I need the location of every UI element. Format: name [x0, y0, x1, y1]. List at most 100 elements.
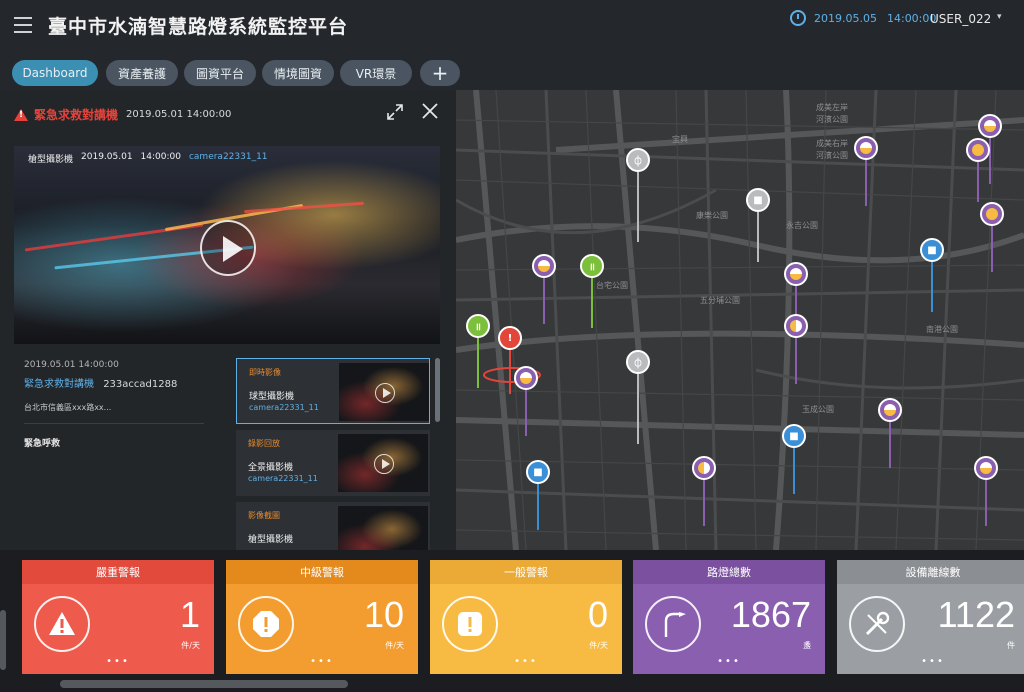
close-icon[interactable] — [421, 102, 439, 120]
scrollbar[interactable] — [0, 610, 6, 670]
play-button[interactable] — [200, 220, 256, 276]
clock-time: 14:00:00 — [886, 11, 937, 25]
add-tab-button[interactable]: + — [420, 60, 460, 86]
app-header: 臺中市水湳智慧路燈系統監控平台 2019.05.05 14:00:00 USER… — [0, 0, 1024, 50]
stat-card-offline[interactable]: 設備離線數 1122 件 ••• — [837, 560, 1024, 674]
user-name[interactable]: USER_022 — [930, 12, 991, 26]
streetlight-half-icon — [978, 114, 1002, 138]
tab-dashboard[interactable]: Dashboard — [12, 60, 98, 86]
map-label: 南港公園 — [926, 325, 958, 334]
streetlight-on-icon — [980, 202, 1004, 226]
streetlight-half-icon — [532, 254, 556, 278]
play-icon[interactable] — [375, 383, 395, 403]
video-caption: 槍型攝影機 2019.05.01 14:00:00 camera22331_11 — [28, 152, 268, 165]
stat-card-medium[interactable]: 中級警報 10 件/天 ••• — [226, 560, 418, 674]
video-camera-icon: ■ — [526, 460, 550, 484]
pause-icon: ॥ — [580, 254, 604, 278]
more-icon[interactable]: ••• — [226, 656, 418, 667]
scrollbar-thumb[interactable] — [60, 680, 348, 688]
tab-scenario-map[interactable]: 情境圖資 — [262, 60, 334, 86]
card-unit: 件 — [1007, 641, 1015, 650]
camera-id: camera22331_11 — [188, 152, 268, 162]
video-camera-icon: ■ — [746, 188, 770, 212]
tab-asset-maintenance[interactable]: 資產養護 — [106, 60, 178, 86]
stat-card-general[interactable]: 一般警報 0 件/天 ••• — [430, 560, 622, 674]
streetlight-half-icon — [974, 456, 998, 480]
clock-icon — [790, 10, 806, 26]
tab-map-platform[interactable]: 圖資平台 — [184, 60, 256, 86]
alert-detail: 2019.05.01 14:00:00 緊急求救對講機 233accad1288… — [24, 360, 224, 449]
app-title: 臺中市水湳智慧路燈系統監控平台 — [48, 15, 349, 38]
clock: 2019.05.05 14:00:00 — [790, 10, 936, 26]
media-label: 即時影像 — [249, 368, 281, 377]
media-camera: camera22331_11 — [249, 403, 319, 412]
card-value: 0 — [587, 594, 608, 635]
media-item-playback[interactable]: 錄影回放 全景攝影機 camera22331_11 — [236, 430, 430, 496]
chevron-down-icon[interactable]: ▾ — [997, 12, 1002, 22]
detail-date: 2019.05.01 14:00:00 — [24, 360, 119, 370]
device-address: 台北市信義區xxx路xx... — [24, 403, 112, 412]
media-list: 即時影像 球型攝影機 camera22331_11 錄影回放 全景攝影機 cam… — [236, 358, 432, 550]
video-player[interactable]: 槍型攝影機 2019.05.01 14:00:00 camera22331_11 — [14, 146, 440, 344]
stat-card-streetlights[interactable]: 路燈總數 1867 盞 ••• — [633, 560, 825, 674]
map-label: 台宅公園 — [596, 281, 628, 290]
horizontal-scrollbar[interactable] — [0, 676, 1024, 692]
media-label: 錄影回放 — [248, 439, 280, 448]
streetlight-half-icon — [854, 136, 878, 160]
tab-vr[interactable]: VR環景 — [340, 60, 412, 86]
map-label: 河濱公園 — [816, 115, 848, 124]
streetlight-on-icon — [966, 138, 990, 162]
device-link[interactable]: 緊急求救對講機 — [24, 379, 94, 390]
map-label: 成美右岸 — [816, 139, 848, 148]
warning-square-icon — [442, 596, 498, 652]
camera-type: 槍型攝影機 — [28, 155, 74, 165]
map-label: 康樂公園 — [696, 211, 728, 220]
more-icon[interactable]: ••• — [633, 656, 825, 667]
media-item-snapshot[interactable]: 影像截圖 槍型攝影機 — [236, 502, 430, 550]
streetlight-half-icon — [878, 398, 902, 422]
play-icon[interactable] — [374, 454, 394, 474]
video-date: 2019.05.01 — [81, 152, 133, 162]
stats-bar: 嚴重警報 1 件/天 ••• 中級警報 10 件/天 ••• 一般警報 0 件/… — [0, 550, 1024, 692]
card-title: 設備離線數 — [837, 560, 1024, 584]
map-label: 永吉公園 — [786, 221, 818, 230]
divider — [24, 423, 204, 424]
expand-icon[interactable] — [387, 104, 403, 120]
app-root: 臺中市水湳智慧路燈系統監控平台 2019.05.05 14:00:00 USER… — [0, 0, 1024, 692]
more-icon[interactable]: ••• — [22, 656, 214, 667]
map-label: 玉成公園 — [802, 405, 834, 414]
streetlight-icon — [645, 596, 701, 652]
more-icon[interactable]: ••• — [430, 656, 622, 667]
card-unit: 件/天 — [385, 641, 404, 650]
more-icon[interactable]: ••• — [837, 656, 1024, 667]
clock-date: 2019.05.05 — [814, 11, 877, 25]
warning-icon — [14, 108, 28, 121]
card-unit: 盞 — [803, 641, 811, 650]
map-view[interactable]: 成美左岸 河濱公園 成美右岸 河濱公園 台宅公園 五分埔公園 玉成公園 南港公園… — [456, 90, 1024, 550]
panel-timestamp: 2019.05.01 14:00:00 — [126, 109, 232, 120]
streetlight-half-icon — [784, 262, 808, 286]
video-camera-icon: ■ — [920, 238, 944, 262]
card-unit: 件/天 — [589, 641, 608, 650]
card-value: 1 — [179, 594, 200, 635]
wrench-icon — [849, 596, 905, 652]
card-value: 1122 — [937, 594, 1015, 635]
scrollbar[interactable] — [435, 358, 440, 422]
media-thumbnail — [338, 506, 428, 550]
stat-card-critical[interactable]: 嚴重警報 1 件/天 ••• — [22, 560, 214, 674]
device-id: 233accad1288 — [103, 379, 178, 390]
card-value: 1867 — [730, 594, 811, 635]
map-label: 五分埔公園 — [700, 296, 740, 305]
streetlight-half-icon — [514, 366, 538, 390]
card-title: 路燈總數 — [633, 560, 825, 584]
warning-icon: ! — [498, 326, 522, 350]
menu-icon[interactable] — [14, 17, 34, 33]
card-unit: 件/天 — [181, 641, 200, 650]
panel-title: 緊急求救對講機 — [34, 108, 119, 122]
media-name: 全景攝影機 — [248, 463, 294, 473]
media-camera: camera22331_11 — [248, 474, 318, 483]
panel-header: 緊急求救對講機 2019.05.01 14:00:00 — [14, 106, 231, 123]
warning-triangle-icon — [34, 596, 90, 652]
media-item-live[interactable]: 即時影像 球型攝影機 camera22331_11 — [236, 358, 430, 424]
media-thumbnail — [338, 434, 428, 492]
